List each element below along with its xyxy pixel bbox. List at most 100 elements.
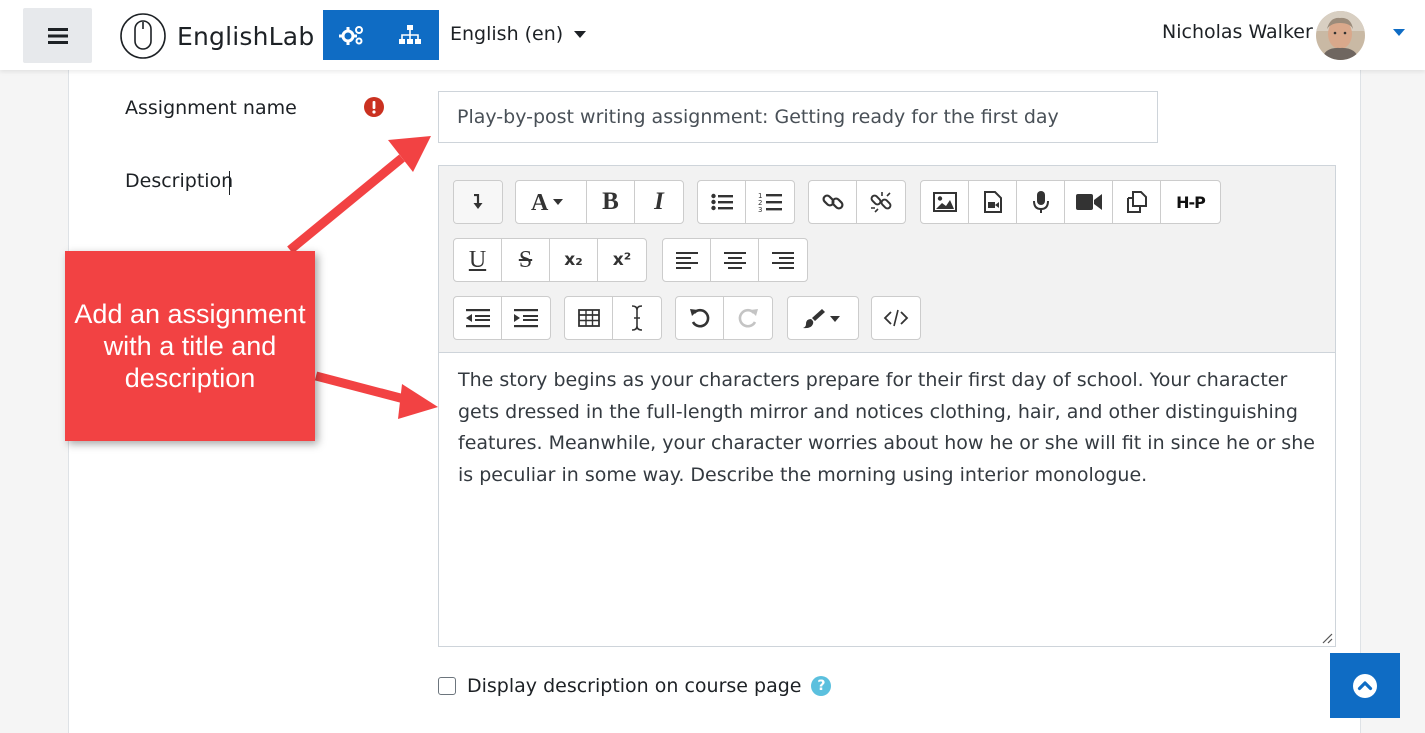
html-source-button[interactable] — [872, 297, 920, 339]
redo-button[interactable] — [724, 297, 772, 339]
outdent-icon — [465, 309, 490, 328]
unordered-list-button[interactable] — [698, 181, 746, 223]
outdent-button[interactable] — [454, 297, 502, 339]
annotation-text: Add an assignment with a title and descr… — [74, 299, 306, 393]
align-right-button[interactable] — [759, 239, 807, 281]
strikethrough-icon: S — [518, 246, 533, 273]
user-name[interactable]: Nicholas Walker — [1162, 21, 1313, 43]
undo-button[interactable] — [676, 297, 724, 339]
font-style-icon: A — [531, 192, 563, 212]
user-menu-caret-icon[interactable] — [1393, 29, 1405, 36]
toolbar-group-links — [808, 180, 906, 224]
record-video-button[interactable] — [1065, 181, 1113, 223]
bold-icon: B — [602, 188, 619, 215]
assignment-name-label: Assignment name — [125, 97, 297, 119]
undo-icon — [689, 308, 709, 328]
caret-down-icon — [574, 30, 587, 38]
avatar[interactable] — [1316, 11, 1365, 60]
superscript-button[interactable]: x² — [598, 239, 646, 281]
insert-image-button[interactable] — [921, 181, 969, 223]
gears-icon — [339, 26, 363, 45]
italic-button[interactable]: I — [635, 181, 683, 223]
toolbar-group-align — [662, 238, 808, 282]
link-button[interactable] — [809, 181, 857, 223]
h5p-icon: H-P — [1176, 192, 1206, 212]
link-icon — [821, 194, 844, 210]
sitemap-button[interactable] — [381, 10, 439, 60]
align-left-button[interactable] — [663, 239, 711, 281]
back-to-top-button[interactable] — [1330, 653, 1400, 718]
video-camera-icon — [1075, 194, 1102, 210]
hamburger-menu-icon — [47, 27, 68, 44]
superscript-icon: x² — [612, 250, 632, 270]
italic-icon: I — [654, 188, 664, 215]
clear-formatting-button[interactable] — [613, 297, 661, 339]
image-icon — [932, 192, 957, 212]
code-icon — [883, 309, 909, 327]
brand-name: EnglishLab — [177, 21, 315, 51]
toolbar-group-table — [564, 296, 662, 340]
text-cursor-icon — [631, 305, 643, 331]
help-icon[interactable]: ? — [811, 676, 832, 696]
toolbar-group-html — [871, 296, 921, 340]
toolbar-group-lists: 1 2 3 — [697, 180, 795, 224]
assignment-name-input[interactable]: Play-by-post writing assignment: Getting… — [438, 91, 1158, 143]
subscript-button[interactable]: x₂ — [550, 239, 598, 281]
unlink-icon — [870, 192, 892, 213]
unlink-button[interactable] — [857, 181, 905, 223]
toolbar-group-color — [787, 296, 859, 340]
manage-files-button[interactable] — [1113, 181, 1161, 223]
toolbar-group-media: H-P — [920, 180, 1221, 224]
record-audio-button[interactable] — [1017, 181, 1065, 223]
toolbar-group-history — [675, 296, 773, 340]
mouse-logo-icon — [120, 13, 166, 59]
insert-media-button[interactable] — [969, 181, 1017, 223]
redo-icon — [738, 308, 758, 328]
svg-text:3: 3 — [758, 206, 762, 213]
display-description-row: Display description on course page ? — [438, 675, 832, 697]
align-center-icon — [723, 252, 746, 269]
numbered-list-icon: 1 2 3 — [758, 192, 782, 213]
assignment-name-value: Play-by-post writing assignment: Getting… — [457, 106, 1059, 128]
ordered-list-button[interactable]: 1 2 3 — [746, 181, 794, 223]
paragraph-styles-button[interactable]: A — [516, 181, 587, 223]
copy-files-icon — [1126, 191, 1147, 213]
toolbar-group-style: A B I — [515, 180, 684, 224]
bullet-list-icon — [710, 193, 733, 211]
expand-arrow-icon — [473, 194, 483, 209]
editor-toolbar: A B I 1 2 3 H-P U S x₂ x² — [439, 166, 1335, 353]
strikethrough-button[interactable]: S — [502, 239, 550, 281]
annotation-callout: Add an assignment with a title and descr… — [65, 251, 315, 441]
table-button[interactable] — [565, 297, 613, 339]
insert-h5p-button[interactable]: H-P — [1161, 181, 1220, 223]
bold-button[interactable]: B — [587, 181, 635, 223]
indent-icon — [514, 309, 538, 328]
language-menu[interactable]: English ‎(en)‎ — [450, 23, 587, 45]
align-center-button[interactable] — [711, 239, 759, 281]
toolbar-group-text-format: U S x₂ x² — [453, 238, 647, 282]
nav-drawer-button[interactable] — [23, 8, 92, 63]
site-admin-button[interactable] — [323, 10, 381, 60]
underline-button[interactable]: U — [454, 239, 502, 281]
sitemap-icon — [399, 25, 421, 44]
site-brand[interactable]: EnglishLab — [119, 12, 314, 60]
top-navbar: EnglishLab English ‎(en)‎ Nicholas Walke… — [0, 0, 1425, 70]
display-description-label[interactable]: Display description on course page — [467, 675, 801, 697]
paint-brush-icon — [803, 309, 840, 329]
svg-text:A: A — [531, 192, 549, 212]
show-more-buttons-button[interactable] — [454, 181, 502, 223]
align-left-icon — [675, 252, 698, 269]
description-text-area[interactable]: The story begins as your characters prep… — [439, 354, 1335, 646]
indent-button[interactable] — [502, 297, 550, 339]
table-icon — [577, 309, 600, 327]
font-color-button[interactable] — [788, 297, 858, 339]
language-label: English ‎(en)‎ — [450, 23, 564, 45]
chevron-up-circle-icon — [1353, 673, 1377, 698]
text-cursor — [229, 171, 230, 195]
file-video-icon — [983, 191, 1002, 213]
resize-handle-icon[interactable] — [1321, 632, 1333, 644]
toolbar-group-collapse — [453, 180, 503, 224]
display-description-checkbox[interactable] — [438, 677, 456, 695]
underline-icon: U — [468, 246, 487, 273]
description-editor: A B I 1 2 3 H-P U S x₂ x² The story begi… — [438, 165, 1336, 647]
